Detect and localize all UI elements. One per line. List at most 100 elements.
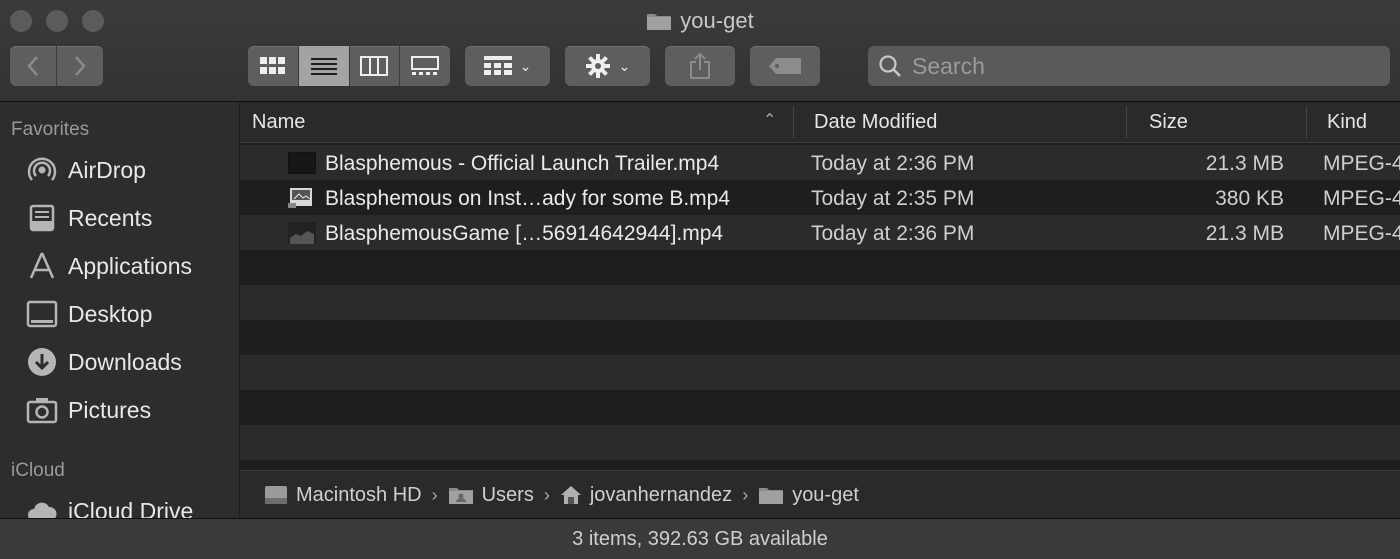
list-icon — [310, 58, 337, 75]
sort-ascending-icon: ⌃ — [763, 112, 777, 129]
video-thumbnail-icon — [288, 222, 316, 244]
file-kind: MPEG-4 — [1323, 222, 1400, 245]
sidebar-item-applications[interactable]: Applications — [26, 249, 192, 283]
path-item-you-get[interactable]: you-get — [758, 484, 859, 507]
empty-row — [240, 390, 1400, 425]
view-mode-control — [248, 46, 450, 86]
gallery-icon — [411, 56, 440, 75]
status-text: 3 items, 392.63 GB available — [572, 528, 828, 550]
path-item-label: jovanhernandez — [589, 483, 733, 506]
path-item-home[interactable]: jovanhernandez — [560, 484, 732, 507]
table-row[interactable]: BlasphemousGame […56914642944].mp4 Today… — [240, 215, 1400, 250]
icloud-icon — [26, 494, 62, 518]
empty-row — [240, 320, 1400, 355]
empty-row — [240, 285, 1400, 320]
column-size-header[interactable]: Size — [1149, 111, 1188, 134]
forward-button[interactable] — [57, 46, 103, 86]
share-icon — [690, 52, 710, 79]
file-date: Today at 2:35 PM — [811, 187, 975, 210]
group-by-button[interactable]: ⌄ — [465, 46, 550, 86]
search-input[interactable] — [910, 51, 1354, 81]
path-item-label: you-get — [792, 483, 859, 506]
sidebar-item-label: Desktop — [68, 300, 153, 327]
hard-drive-icon — [264, 484, 288, 506]
window-title-text: you-get — [680, 8, 754, 33]
tags-button[interactable] — [750, 46, 820, 86]
path-item-macintosh-hd[interactable]: Macintosh HD — [264, 484, 422, 507]
tag-icon — [769, 58, 801, 74]
chevron-down-icon: ⌄ — [618, 57, 631, 74]
downloads-icon — [26, 345, 62, 379]
airdrop-icon — [26, 153, 62, 187]
column-separator[interactable] — [1306, 106, 1307, 138]
applications-icon — [26, 249, 62, 283]
toolbar: you-get ⌄ ⌄ Search — [0, 0, 1400, 102]
home-icon — [560, 484, 582, 506]
file-kind: MPEG-4 — [1323, 187, 1400, 210]
table-row[interactable]: Blasphemous on Inst…ady for some B.mp4 T… — [240, 180, 1400, 215]
table-row[interactable]: Blasphemous - Official Launch Trailer.mp… — [240, 145, 1400, 180]
empty-row — [240, 425, 1400, 460]
file-name: Blasphemous - Official Launch Trailer.mp… — [325, 152, 720, 175]
sidebar-item-desktop[interactable]: Desktop — [26, 297, 152, 331]
gallery-view-button[interactable] — [400, 46, 450, 86]
path-item-users[interactable]: Users — [448, 484, 534, 507]
file-name: BlasphemousGame […56914642944].mp4 — [325, 222, 724, 245]
chevron-left-icon — [27, 56, 38, 76]
chevron-right-icon: › — [742, 484, 749, 505]
sidebar-item-label: AirDrop — [68, 156, 146, 183]
gear-icon — [585, 54, 610, 78]
search-field[interactable] — [868, 46, 1390, 86]
users-folder-icon — [448, 485, 474, 505]
search-icon — [879, 55, 901, 77]
column-kind-header[interactable]: Kind — [1327, 111, 1367, 134]
share-button[interactable] — [665, 46, 735, 86]
column-separator[interactable] — [1126, 106, 1127, 138]
back-button[interactable] — [10, 46, 57, 86]
file-size: 21.3 MB — [1205, 222, 1284, 245]
group-icon — [483, 56, 512, 75]
sidebar-section-favorites: Favorites — [11, 119, 90, 140]
sidebar-item-downloads[interactable]: Downloads — [26, 345, 182, 379]
file-size: 380 KB — [1215, 187, 1284, 210]
sidebar-item-pictures[interactable]: Pictures — [26, 393, 151, 427]
list-view-button[interactable] — [298, 46, 350, 86]
empty-row — [240, 355, 1400, 390]
column-date-header[interactable]: Date Modified — [814, 111, 937, 134]
sidebar-item-airdrop[interactable]: AirDrop — [26, 153, 146, 187]
video-thumbnail-icon — [288, 152, 316, 174]
sidebar-item-label: Recents — [68, 204, 153, 231]
icon-view-button[interactable] — [248, 46, 299, 86]
pictures-icon — [26, 393, 62, 427]
chevron-right-icon: › — [431, 484, 438, 505]
file-date: Today at 2:36 PM — [811, 222, 975, 245]
sidebar-item-label: Pictures — [68, 396, 152, 423]
path-item-label: Users — [481, 483, 534, 506]
status-bar: 3 items, 392.63 GB available — [0, 518, 1400, 559]
file-size: 21.3 MB — [1205, 152, 1284, 175]
file-date: Today at 2:36 PM — [811, 152, 975, 175]
column-name-header[interactable]: Name — [252, 111, 305, 134]
column-separator[interactable] — [793, 106, 794, 138]
sidebar: Favorites AirDrop Recents Applications D… — [0, 102, 239, 518]
file-name: Blasphemous on Inst…ady for some B.mp4 — [325, 187, 731, 210]
sidebar-item-label: Applications — [68, 252, 193, 279]
folder-icon — [758, 485, 784, 505]
grid-icon — [259, 57, 285, 74]
action-menu-button[interactable]: ⌄ — [565, 46, 650, 86]
navigation-buttons — [10, 46, 103, 86]
sidebar-item-label: Downloads — [68, 348, 182, 375]
sidebar-item-icloud-drive[interactable]: iCloud Drive — [26, 494, 193, 518]
sidebar-item-recents[interactable]: Recents — [26, 201, 152, 235]
empty-row — [240, 250, 1400, 285]
chevron-right-icon — [75, 56, 86, 76]
file-list: Name ⌃ Date Modified Size Kind Blasphemo… — [240, 102, 1400, 519]
column-view-button[interactable] — [350, 46, 401, 86]
recents-icon — [26, 201, 62, 235]
columns-icon — [360, 56, 389, 76]
chevron-down-icon: ⌄ — [519, 57, 532, 74]
folder-icon — [646, 11, 672, 37]
column-header: Name ⌃ Date Modified Size Kind — [240, 102, 1400, 143]
sidebar-section-icloud: iCloud — [11, 460, 65, 481]
video-thumbnail-icon — [288, 187, 316, 209]
